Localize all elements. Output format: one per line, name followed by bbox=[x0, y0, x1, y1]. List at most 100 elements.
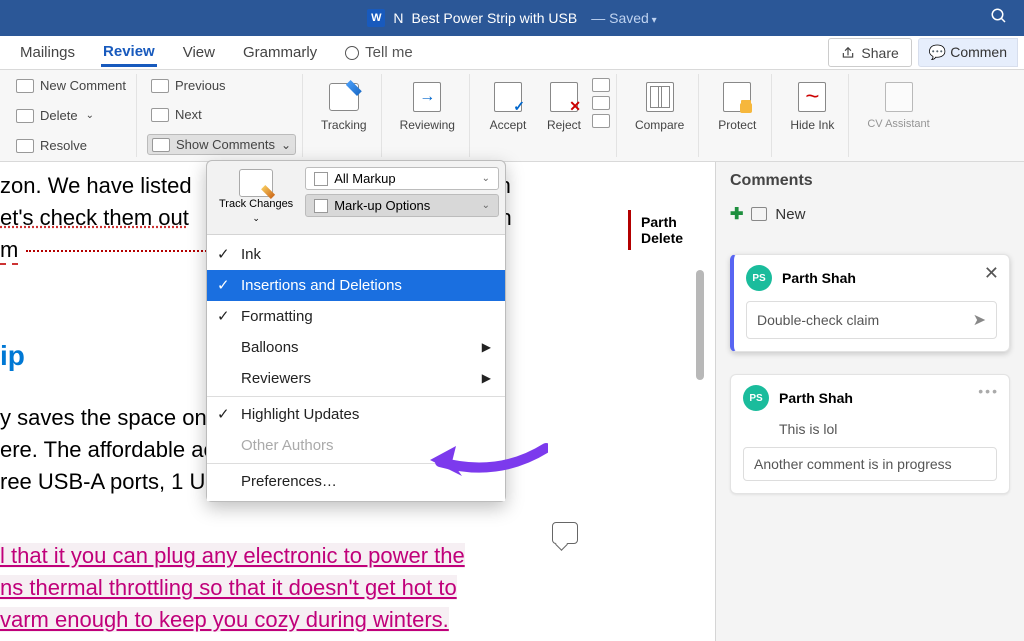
prev-change-icon[interactable] bbox=[592, 78, 610, 92]
resolve-icon bbox=[16, 139, 34, 153]
track-changes-button[interactable]: Track Changes ⌄ bbox=[213, 167, 299, 226]
menu-item-balloons[interactable]: Balloons▶ bbox=[207, 332, 505, 363]
tab-mailings[interactable]: Mailings bbox=[18, 40, 77, 65]
showcomments-label: Show Comments bbox=[176, 137, 275, 152]
more-icon[interactable]: ••• bbox=[978, 383, 999, 399]
comment-card[interactable]: ✕ PS Parth Shah Double-check claim ➤ bbox=[730, 254, 1010, 352]
new-comment-button[interactable]: New Comment bbox=[12, 76, 130, 95]
deletion-marker[interactable]: Parth Delete bbox=[628, 210, 693, 250]
ribbon-tabs: Mailings Review View Grammarly Tell me S… bbox=[0, 36, 1024, 70]
comment-input[interactable]: Double-check claim ➤ bbox=[746, 301, 997, 339]
protect-button[interactable]: Protect bbox=[709, 76, 765, 136]
mi-label: Preferences… bbox=[241, 473, 337, 490]
search-icon[interactable] bbox=[990, 7, 1008, 30]
share-icon bbox=[841, 46, 855, 60]
comments-toggle-label: Commen bbox=[950, 44, 1007, 60]
delete-label: Delete bbox=[40, 108, 78, 123]
hideink-label: Hide Ink bbox=[790, 118, 834, 132]
next-comment-button[interactable]: Next bbox=[147, 105, 296, 124]
doc-mini-icon bbox=[314, 172, 328, 186]
scrollbar-thumb[interactable] bbox=[696, 270, 704, 380]
compare-button[interactable]: Compare bbox=[627, 76, 692, 136]
track-changes-label: Track Changes bbox=[219, 198, 293, 210]
mi-label: Insertions and Deletions bbox=[241, 277, 402, 294]
cv-icon bbox=[885, 82, 913, 112]
deletion-author: Parth bbox=[641, 214, 677, 230]
accept-button[interactable]: Accept bbox=[480, 76, 536, 136]
mi-label: Formatting bbox=[241, 308, 313, 325]
menu-item-formatting[interactable]: ✓Formatting bbox=[207, 301, 505, 332]
tracked-insertion: l that it you can plug any electronic to… bbox=[0, 543, 465, 568]
markup-options-label: Mark-up Options bbox=[334, 198, 430, 213]
tracking-button[interactable]: Tracking bbox=[313, 76, 375, 136]
next-change-icon[interactable] bbox=[592, 96, 610, 110]
comment-icon bbox=[751, 207, 767, 221]
cv-assistant-button[interactable]: CV Assistant bbox=[859, 76, 937, 134]
next-label: Next bbox=[175, 107, 202, 122]
avatar: PS bbox=[746, 265, 772, 291]
protect-label: Protect bbox=[718, 118, 756, 132]
submenu-arrow-icon: ▶ bbox=[482, 371, 491, 385]
reject-icon bbox=[550, 82, 578, 112]
tell-me[interactable]: Tell me bbox=[343, 40, 415, 65]
resolve-label: Resolve bbox=[40, 138, 87, 153]
comments-pane-toggle[interactable]: 💬Commen bbox=[918, 38, 1018, 67]
markup-options-select[interactable]: Mark-up Options ⌄ bbox=[305, 194, 499, 217]
menu-item-reviewers[interactable]: Reviewers ▶ bbox=[207, 363, 505, 394]
prev-icon bbox=[151, 79, 169, 93]
tab-review[interactable]: Review bbox=[101, 39, 157, 67]
reviewing-icon bbox=[413, 82, 441, 112]
comment-text: Double-check claim bbox=[757, 312, 879, 328]
new-comment-label: New Comment bbox=[40, 78, 126, 93]
reviewing-button[interactable]: Reviewing bbox=[392, 76, 463, 136]
doc-prefix: N bbox=[393, 10, 403, 26]
reject-button[interactable]: Reject bbox=[536, 76, 592, 136]
close-icon[interactable]: ✕ bbox=[984, 263, 999, 284]
mi-label: Ink bbox=[241, 246, 261, 263]
tracking-label: Tracking bbox=[321, 118, 367, 132]
tab-grammarly[interactable]: Grammarly bbox=[241, 40, 319, 65]
comment-card[interactable]: ••• PS Parth Shah This is lol Another co… bbox=[730, 374, 1010, 494]
document-title[interactable]: Best Power Strip with USB bbox=[411, 10, 577, 26]
delete-comment-button[interactable]: Delete⌄ bbox=[12, 106, 130, 125]
previous-comment-button[interactable]: Previous bbox=[147, 76, 296, 95]
share-button[interactable]: Share bbox=[828, 38, 911, 67]
misc-change-icon[interactable] bbox=[592, 114, 610, 128]
new-comment-link[interactable]: ✚ New bbox=[730, 204, 1010, 224]
tab-view[interactable]: View bbox=[181, 40, 217, 65]
deletion-label: Delete bbox=[641, 230, 683, 246]
review-ribbon: New Comment Delete⌄ Resolve Previous Nex… bbox=[0, 70, 1024, 162]
track-changes-icon bbox=[239, 169, 273, 197]
hide-ink-button[interactable]: Hide Ink bbox=[782, 76, 842, 136]
new-comment-label: New bbox=[775, 206, 805, 223]
resolve-button[interactable]: Resolve bbox=[12, 136, 130, 155]
doc-mini-icon bbox=[314, 199, 328, 213]
save-status[interactable]: — Saved bbox=[591, 10, 656, 26]
reject-label: Reject bbox=[547, 118, 581, 132]
menu-item-insertions-deletions[interactable]: ✓Insertions and Deletions bbox=[207, 270, 505, 301]
comments-pane: Comments ✚ New ✕ PS Parth Shah Double-ch… bbox=[715, 162, 1024, 641]
compare-label: Compare bbox=[635, 118, 684, 132]
body-text: zon. We have listed bbox=[0, 173, 192, 198]
avatar: PS bbox=[743, 385, 769, 411]
markup-options-menu: ✓Ink ✓Insertions and Deletions ✓Formatti… bbox=[207, 235, 505, 501]
hide-ink-icon bbox=[798, 82, 826, 112]
menu-item-preferences[interactable]: Preferences… bbox=[207, 463, 505, 497]
bulb-icon bbox=[345, 46, 359, 60]
send-icon[interactable]: ➤ bbox=[973, 310, 986, 330]
markup-view-select[interactable]: All Markup ⌄ bbox=[305, 167, 499, 190]
plus-icon: ✚ bbox=[730, 204, 743, 224]
menu-item-other-authors: Other Authors bbox=[207, 430, 505, 461]
menu-item-highlight-updates[interactable]: ✓Highlight Updates bbox=[207, 396, 505, 430]
show-comments-button[interactable]: Show Comments bbox=[147, 134, 296, 155]
menu-item-ink[interactable]: ✓Ink bbox=[207, 239, 505, 270]
mi-label: Balloons bbox=[241, 339, 299, 356]
comment-icon bbox=[16, 79, 34, 93]
inline-comment-icon[interactable] bbox=[552, 522, 578, 544]
mi-label: Highlight Updates bbox=[241, 406, 359, 423]
tracked-insertion: ns thermal throttling so that it doesn't… bbox=[0, 575, 457, 600]
mi-label: Reviewers bbox=[241, 370, 311, 387]
comment-reply-input[interactable]: Another comment is in progress bbox=[743, 447, 997, 481]
tell-me-label: Tell me bbox=[365, 44, 413, 61]
protect-icon bbox=[723, 82, 751, 112]
